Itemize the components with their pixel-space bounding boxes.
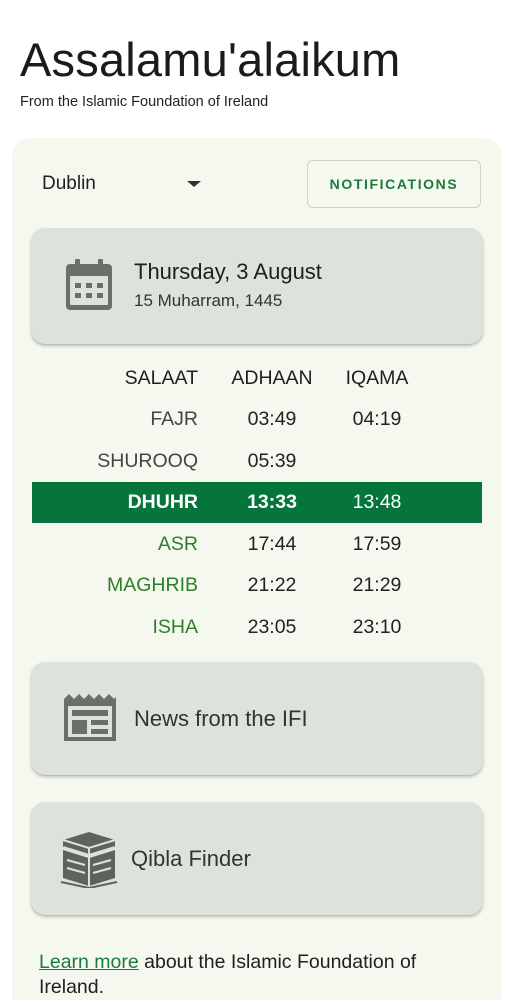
calendar-icon [66,259,112,310]
adhaan-time: 05:39 [247,450,297,472]
adhaan-time: 21:22 [247,574,297,596]
newspaper-icon [64,694,116,741]
prayer-name: SHUROOQ [97,450,198,472]
prayer-row-maghrib: MAGHRIB 21:22 21:29 [32,565,482,606]
header-iqama: IQAMA [345,367,409,389]
date-card [31,228,483,344]
header-salaat: SALAAT [124,367,198,389]
prayer-row-isha: ISHA 23:05 23:10 [32,607,482,648]
iqama-time: 17:59 [352,533,402,555]
kaaba-icon [60,832,118,888]
adhaan-time: 03:49 [247,408,297,430]
page-subtitle: From the Islamic Foundation of Ireland [20,94,269,110]
qibla-card-label[interactable]: Qibla Finder [131,846,251,872]
city-select-value[interactable]: Dublin [42,173,96,195]
learn-more-text: Learn more about the Islamic Foundation … [39,950,479,1000]
iqama-time: 21:29 [352,574,402,596]
prayer-name: ISHA [152,616,198,638]
learn-more-link[interactable]: Learn more [39,951,139,973]
qibla-finder-card[interactable]: Qibla Finder [31,802,483,915]
iqama-time: 13:48 [352,491,402,513]
prayer-table-header: SALAAT ADHAAN IQAMA [32,358,482,399]
adhaan-time: 13:33 [247,491,297,513]
news-card[interactable]: News from the IFI [31,662,483,775]
prayer-row-dhuhr: DHUHR 13:33 13:48 [32,482,482,523]
iqama-time: 04:19 [352,408,402,430]
prayer-row-asr: ASR 17:44 17:59 [32,524,482,565]
news-card-label[interactable]: News from the IFI [134,706,308,732]
hijri-date: 15 Muharram, 1445 [134,291,283,310]
prayer-name: FAJR [150,408,198,430]
prayer-name: DHUHR [127,491,198,513]
gregorian-date: Thursday, 3 August [134,259,322,284]
adhaan-time: 23:05 [247,616,297,638]
prayer-row-fajr: FAJR 03:49 04:19 [32,399,482,440]
prayer-name: ASR [157,533,198,555]
page-title: Assalamu'alaikum [20,33,401,86]
prayer-row-shurooq: SHUROOQ 05:39 [32,441,482,482]
dropdown-arrow-icon[interactable] [187,181,201,187]
header-adhaan: ADHAAN [231,367,313,389]
adhaan-time: 17:44 [247,533,297,555]
notifications-button[interactable]: NOTIFICATIONS [307,160,481,208]
prayer-name: MAGHRIB [106,574,198,596]
iqama-time: 23:10 [352,616,402,638]
